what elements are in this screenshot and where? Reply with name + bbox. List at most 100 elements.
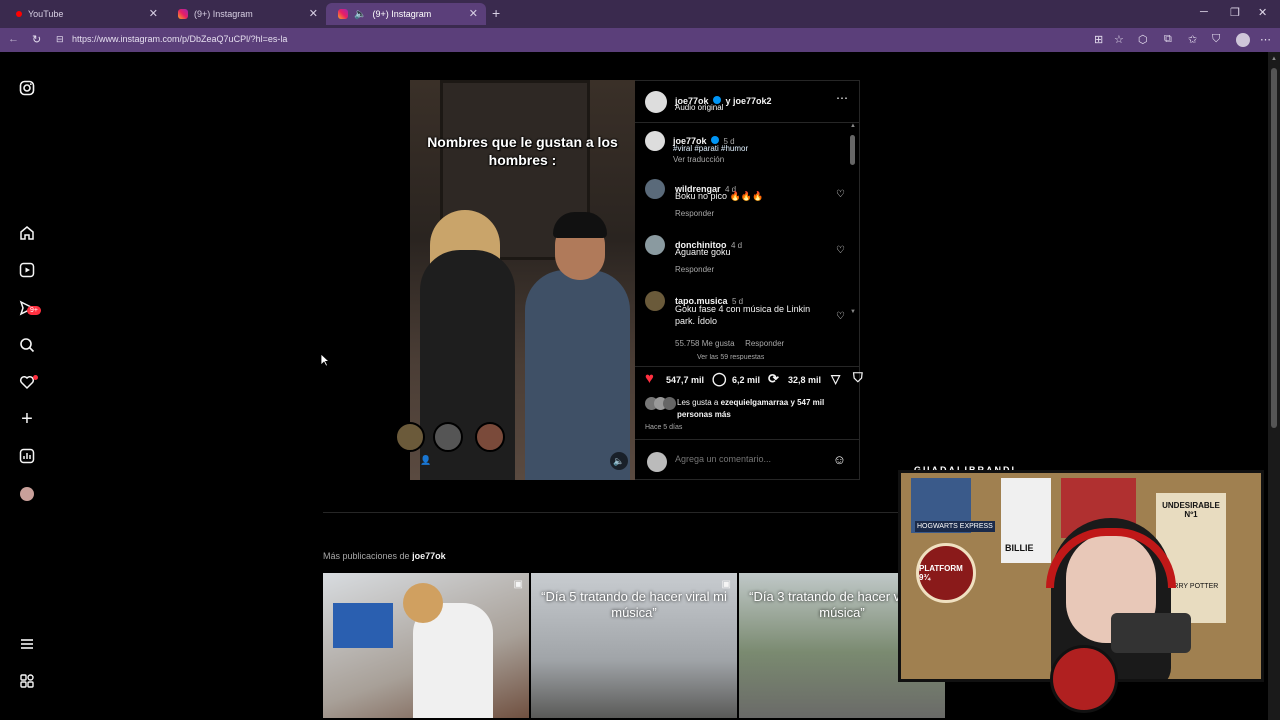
audio-link[interactable]: Audio original [675,103,723,112]
post-video[interactable]: Nombres que le gustan a los hombres : 👤 … [410,80,635,480]
post-thumbnail[interactable]: ▣ [323,573,529,718]
more-apps-icon[interactable] [17,671,37,691]
close-icon[interactable]: ✕ [309,7,318,20]
profile-avatar[interactable] [1236,33,1250,47]
thumbnail-image [333,603,393,648]
post-thumbnail[interactable]: ▣ “Día 5 tratando de hacer viral mi músi… [531,573,737,718]
timestamp: 4 d [730,241,743,250]
liked-by-avatars [645,397,676,411]
address-bar: ← ↻ ⊟ https://www.instagram.com/p/DbZeaQ… [0,28,1280,52]
reply-button[interactable]: Responder [745,339,784,348]
comments-count: 6,2 mil [732,375,761,385]
reels-icon[interactable] [17,260,37,280]
restore-icon[interactable]: ❐ [1230,6,1240,19]
hashtags[interactable]: #viral #parati #humor [673,144,748,153]
collaborator-avatar[interactable] [395,422,425,452]
thumbnail-text: “Día 5 tratando de hacer viral mi música… [541,589,727,620]
tagged-user-icon[interactable]: 👤 [420,455,431,466]
like-heart-icon[interactable]: ♡ [836,245,845,256]
poster-text: UNDESIRABLE Nº1 [1162,501,1220,519]
collections-icon[interactable]: ✩ [1188,33,1197,46]
split-screen-icon[interactable]: ⧉ [1164,33,1172,46]
back-icon[interactable]: ← [8,33,19,45]
video-frame [553,212,607,238]
favorite-star-icon[interactable]: ☆ [1114,33,1124,46]
streamer-avatar [1050,645,1118,713]
comment-icon[interactable]: ◯ [712,371,727,387]
reply-button[interactable]: Responder [675,265,714,274]
likes-count[interactable]: 547,7 mil [666,375,704,385]
home-icon[interactable] [17,223,37,243]
comment-text: Boku no pico 🔥🔥🔥 [675,191,764,201]
new-tab-button[interactable]: + [492,5,500,21]
liked-by-text[interactable]: Les gusta a ezequielgamarraa y 547 mil p… [677,397,857,421]
collab-username[interactable]: y joe77ok2 [725,96,771,106]
reader-icon[interactable]: ⊞ [1094,33,1103,46]
verified-icon [710,135,719,144]
instagram-icon [338,9,348,19]
dashboard-icon[interactable] [17,446,37,466]
like-heart-icon[interactable]: ♡ [836,311,845,322]
mute-icon[interactable]: 🔈 [610,452,628,470]
like-heart-icon[interactable]: ♡ [836,189,845,200]
reply-button[interactable]: Responder [675,209,714,218]
minimize-icon[interactable]: ─ [1200,6,1208,18]
tab-youtube[interactable]: YouTube ✕ [4,3,166,25]
speaker-icon[interactable]: 🔈 [354,9,366,20]
profile-avatar-icon[interactable] [17,484,37,504]
emoji-icon[interactable]: ☺ [833,452,846,467]
tab-instagram-2[interactable]: 🔈 (9+) Instagram ✕ [326,3,486,25]
more-posts-title: Más publicaciones de joe77ok [323,551,446,561]
view-replies-link[interactable]: Ver las 59 respuestas [697,354,764,360]
avatar[interactable] [645,179,665,199]
extensions-icon[interactable]: ⬡ [1138,33,1148,46]
text: Más publicaciones de [323,551,410,561]
page-scrollbar[interactable]: ▲ [1268,52,1280,720]
site-info-icon[interactable]: ⊟ [56,34,64,45]
menu-icon[interactable] [17,634,37,654]
bookmark-icon[interactable]: ⛉ [853,370,863,386]
search-icon[interactable] [17,335,37,355]
close-window-icon[interactable]: ✕ [1258,6,1267,19]
avatar[interactable] [645,235,665,255]
username-link[interactable]: joe77ok [412,551,446,561]
create-icon[interactable]: + [17,408,37,430]
avatar[interactable] [645,291,665,311]
microphone [1111,613,1191,653]
video-caption: Nombres que le gustan a los hombres : [427,134,618,168]
close-icon[interactable]: ✕ [469,7,478,20]
comment-likes[interactable]: 55.758 Me gusta [675,339,735,348]
more-menu-icon[interactable]: ⋯ [1260,33,1271,46]
liked-heart-icon[interactable]: ♥ [645,370,654,387]
username-link[interactable]: ezequielgamarraa [721,398,789,407]
tab-label: (9+) Instagram [194,9,253,19]
close-icon[interactable]: ✕ [149,7,158,20]
more-options-icon[interactable]: ⋯ [836,91,848,105]
reel-icon: ▣ [513,579,523,590]
reload-icon[interactable]: ↻ [32,33,41,46]
translate-link[interactable]: Ver traducción [673,155,724,164]
post-header: joe77ok y joe77ok2 Audio original ⋯ [635,81,860,123]
avatar[interactable] [645,131,665,151]
notification-badge: 9+ [27,306,41,315]
comment-item: tapo.musica 5 d Goku fase 4 con música d… [645,291,845,363]
shares-count: 32,8 mil [788,375,822,385]
collaborator-avatar[interactable] [475,422,505,452]
comments-scrollbar[interactable]: ▲ ▼ [849,123,857,363]
repost-icon[interactable]: ⟳ [768,371,779,387]
url-field[interactable]: https://www.instagram.com/p/DbZeaQ7uCPl/… [72,34,287,44]
comment-input[interactable] [675,454,825,464]
tab-instagram-1[interactable]: (9+) Instagram ✕ [166,3,326,25]
thumbnail-image [403,583,443,623]
comment-form: ☺ [635,439,860,481]
instagram-logo-icon[interactable] [17,78,37,98]
share-icon[interactable]: ▽ [831,372,840,386]
sidebar: 9+ + [3,52,53,718]
post-side-panel: joe77ok y joe77ok2 Audio original ⋯ joe7… [635,80,863,481]
browser-tab-bar: YouTube ✕ (9+) Instagram ✕ 🔈 (9+) Instag… [0,0,1280,28]
shield-icon[interactable]: ⛉ [1212,33,1220,46]
collaborator-avatar[interactable] [433,422,463,452]
instagram-icon [178,9,188,19]
comment-text: Goku fase 4 con música de Linkin park. Í… [675,304,811,326]
avatar[interactable] [645,91,667,113]
